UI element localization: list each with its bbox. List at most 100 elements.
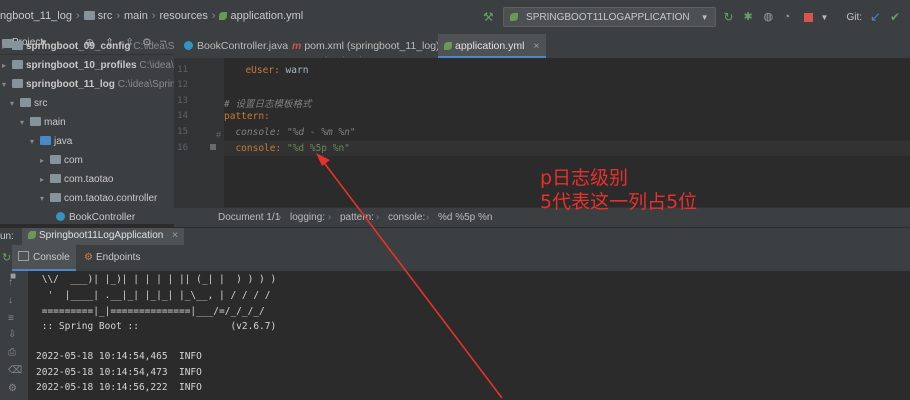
spring-boot-icon	[28, 231, 36, 239]
tree-item-com[interactable]: ▸ com	[40, 152, 83, 170]
tree-item-src[interactable]: ▾ src	[10, 95, 47, 113]
tree-item-java[interactable]: ▾ java	[30, 133, 72, 151]
rerun-icon[interactable]: ↻	[724, 11, 736, 23]
line-number-gutter: 11 12 13 14 15 16 #	[174, 58, 224, 208]
line-number: 15	[177, 127, 188, 137]
yaml-file-icon	[219, 12, 228, 20]
more-icon[interactable]: ▼	[821, 13, 829, 22]
source-folder-icon	[40, 136, 51, 145]
breadcrumb-separator: ›	[278, 212, 282, 223]
toolbar: ⚒ SPRINGBOOT11LOGAPPLICATION ▼ ↻ ✱ ◍ ◔ ▼…	[483, 6, 910, 28]
project-panel: Project ▼ ⊕ ⇕ ⇳ ⚙ – ▸ springboot_09_confi…	[0, 34, 174, 224]
run-panel-tabs: ↻ Console ⚙ Endpoints	[0, 245, 910, 272]
run-panel-header: un: Springboot11LogApplication ×	[0, 227, 910, 247]
fold-marker-icon[interactable]	[210, 144, 216, 150]
run-configuration-selector[interactable]: SPRINGBOOT11LOGAPPLICATION ▼	[503, 7, 716, 27]
breadcrumb-main[interactable]: main	[124, 10, 148, 22]
class-icon	[56, 212, 65, 221]
tree-item-springboot-10[interactable]: ▸springboot_10_profiles C:\idea\SpringB	[2, 57, 174, 75]
clear-icon[interactable]: ⌫	[8, 365, 22, 377]
stop-icon[interactable]	[803, 12, 813, 22]
hammer-icon[interactable]: ⚒	[483, 11, 495, 23]
git-commit-icon[interactable]: ✔	[890, 11, 902, 23]
console-output[interactable]: \\/ ___)| |_)| | | | | || (_| | ) ) ) ) …	[28, 271, 910, 400]
code-line-11: eUser: warn	[245, 65, 309, 76]
tree-item-label: springboot_11_log	[26, 79, 115, 90]
tree-item-path: C:\idea\SpringBoot\	[117, 79, 174, 90]
tree-item-label: springboot_09_config	[26, 41, 131, 52]
code-line-15: console: "%d - %m %n"	[235, 127, 356, 138]
tree-item-label: java	[54, 136, 73, 147]
breadcrumb-separator: ›	[328, 212, 332, 223]
scroll-to-end-icon[interactable]: ⇩	[8, 329, 20, 341]
git-update-icon[interactable]: ↙	[870, 10, 882, 23]
fold-marker-icon[interactable]: #	[216, 130, 221, 140]
breadcrumb-value[interactable]: %d %5p %n	[438, 208, 492, 228]
annotation-line-1: p日志级别	[540, 167, 629, 189]
folder-icon	[20, 98, 31, 107]
tree-item-com-taotao-controller[interactable]: ▾ com.taotao.controller	[40, 190, 157, 208]
maven-icon: m	[292, 40, 302, 52]
tree-item-com-taotao[interactable]: ▸ com.taotao	[40, 171, 113, 189]
module-folder-icon	[12, 41, 23, 50]
settings-icon[interactable]: ⚙	[8, 383, 20, 395]
soft-wrap-icon[interactable]: ≡	[8, 313, 20, 325]
breadcrumb-resources[interactable]: resources	[160, 10, 208, 22]
console-line: 2022-05-18 10:14:56,222 INFO	[36, 382, 202, 393]
line-number: 13	[177, 96, 188, 106]
coverage-icon[interactable]: ◍	[764, 11, 776, 23]
tree-item-label: src	[34, 98, 48, 109]
scroll-up-icon[interactable]: ↑	[8, 277, 20, 289]
tree-item-springboot-11[interactable]: ▾springboot_11_log C:\idea\SpringBoot\	[2, 76, 174, 94]
close-icon[interactable]: ×	[533, 40, 539, 52]
code-line-13: # 设置日志模板格式	[224, 99, 312, 110]
profiler-icon[interactable]: ◔	[784, 11, 796, 23]
breadcrumb-src[interactable]: src	[98, 10, 113, 22]
module-folder-icon	[12, 79, 23, 88]
tree-item-label: main	[44, 117, 66, 128]
tree-item-springboot-09[interactable]: ▸springboot_09_config C:\idea\SpringBo	[2, 38, 174, 56]
endpoints-icon: ⚙	[84, 252, 93, 263]
scroll-down-icon[interactable]: ↓	[8, 295, 20, 307]
yaml-file-icon	[444, 42, 452, 50]
debug-icon[interactable]: ✱	[744, 11, 756, 23]
tab-label: BookController.java	[197, 40, 289, 52]
breadcrumb-pattern[interactable]: pattern:	[340, 208, 374, 228]
run-app-tab-label: Springboot11LogApplication	[39, 230, 164, 241]
console-line: :: Spring Boot :: (v2.6.7)	[36, 321, 277, 332]
tab-console[interactable]: Console	[12, 245, 76, 271]
breadcrumb-separator: ›	[426, 212, 430, 223]
navigation-bar: ngboot_11_log › src › main › resources › applica…	[0, 0, 910, 35]
console-line: 2022-05-18 10:14:54,465 INFO	[36, 351, 202, 362]
rerun-icon[interactable]: ↻	[2, 251, 11, 264]
tab-application-yml[interactable]: application.yml ×	[438, 34, 546, 58]
folder-icon	[30, 117, 41, 126]
tree-item-label: com	[64, 155, 83, 166]
folder-icon	[83, 11, 95, 20]
git-label: Git:	[846, 11, 862, 23]
breadcrumb-file[interactable]: application.yml	[230, 10, 303, 22]
tree-item-label: com.taotao	[64, 174, 114, 185]
print-icon[interactable]: ⎙	[8, 347, 20, 359]
spring-boot-icon	[510, 13, 519, 21]
tree-item-path: C:\idea\SpringB	[139, 60, 174, 71]
line-number: 14	[177, 111, 188, 121]
tree-item-bookcontroller[interactable]: BookController	[56, 209, 135, 224]
tab-label: application.yml	[455, 40, 525, 52]
run-label: un:	[0, 231, 14, 242]
close-icon[interactable]: ×	[172, 230, 178, 241]
breadcrumb-console[interactable]: console:	[388, 208, 425, 228]
run-side-toolbar: ■ ↑ ↓ ≡ ⇩ ⎙ ⌫ ⚙	[0, 271, 28, 400]
console-line: ' |____| .__|_| |_|_| |_\__, | / / / /	[36, 290, 271, 301]
tree-item-label: springboot_10_profiles	[26, 60, 137, 71]
document-indicator: Document 1/1	[218, 212, 281, 223]
breadcrumb-logging[interactable]: logging:	[290, 208, 325, 228]
breadcrumb-project[interactable]: ngboot_11_log	[0, 10, 72, 22]
tab-label: pom.xml (springboot_11_log)	[304, 40, 440, 52]
tree-item-main[interactable]: ▾ main	[20, 114, 66, 132]
chevron-down-icon: ▼	[700, 12, 709, 22]
line-number: 16	[177, 143, 188, 153]
tab-endpoints[interactable]: ⚙ Endpoints	[78, 245, 146, 271]
console-line: \\/ ___)| |_)| | | | | || (_| | ) ) ) )	[36, 274, 277, 285]
module-folder-icon	[12, 60, 23, 69]
